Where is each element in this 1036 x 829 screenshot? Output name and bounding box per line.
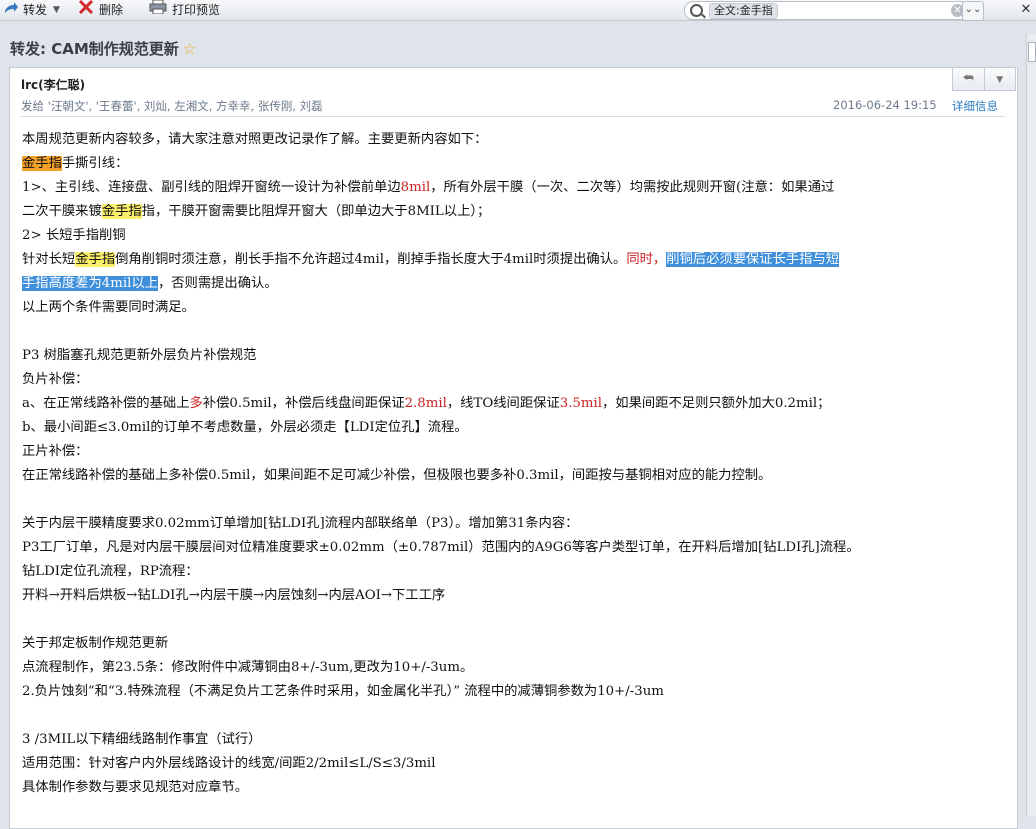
search-options-button[interactable]: ⌄⌄ bbox=[962, 1, 984, 21]
body-text: 二次干膜来镀 bbox=[22, 204, 102, 219]
forward-label: 转发 bbox=[23, 3, 48, 17]
chevron-down-icon: ▼ bbox=[996, 75, 1004, 85]
body-text: 补偿0.5mil，补偿后线盘间距保证 bbox=[202, 396, 405, 411]
body-line: 金手指手撕引线： bbox=[22, 152, 1012, 176]
red-text: 同时， bbox=[626, 252, 667, 267]
details-link[interactable]: 详细信息 bbox=[952, 98, 998, 114]
scrollbar[interactable] bbox=[1026, 34, 1036, 816]
body-line: 具体制作参数与要求见规范对应章节。 bbox=[22, 780, 249, 795]
delete-label: 删除 bbox=[99, 3, 124, 17]
body-text: ，如果间距不足则只额外加大0.2mil； bbox=[602, 396, 831, 411]
body-line: 关于内层干膜精度要求0.02mm订单增加[钻LDI孔]流程内部联络单（P3）。增… bbox=[22, 516, 579, 531]
forward-icon bbox=[4, 0, 18, 20]
delete-button[interactable]: 删除 bbox=[78, 0, 123, 20]
red-text: 多 bbox=[189, 396, 203, 411]
body-text: a、在正常线路补偿的基础上 bbox=[22, 396, 190, 411]
email-subject: 转发: CAM制作规范更新 ☆ bbox=[10, 38, 196, 59]
search-highlight-current: 金手指 bbox=[22, 156, 62, 171]
body-line: 正片补偿： bbox=[22, 444, 89, 459]
body-text: ，线TO线间距保证 bbox=[446, 396, 560, 411]
forward-button[interactable]: 转发 ▼ bbox=[4, 0, 60, 20]
body-line: 以上两个条件需要同时满足。 bbox=[22, 300, 195, 315]
body-line: 二次干膜来镀金手指指，干膜开窗需要比阻焊开窗大（即单边大于8MIL以上）； bbox=[22, 200, 1012, 224]
body-text: 1>、主引线、连接盘、副引线的阻焊开窗统一设计为补偿前单边 bbox=[22, 180, 401, 195]
body-line: P3 树脂塞孔规范更新外层负片补偿规范 bbox=[22, 348, 257, 363]
email-body: 本周规范更新内容较多，请大家注意对照更改记录作了解。主要更新内容如下： 金手指手… bbox=[22, 128, 1012, 800]
body-line: 负片补偿： bbox=[22, 372, 89, 387]
body-line: P3工厂订单，凡是对内层干膜层间对位精准度要求±0.02mm（±0.787mil… bbox=[22, 540, 860, 555]
window-close-icon[interactable]: ✕ bbox=[1016, 2, 1036, 18]
body-line: 3 /3MIL以下精细线路制作事宜（试行） bbox=[22, 732, 262, 747]
recipients[interactable]: 发给 '汪朝文', '王春蕾', 刘灿, 左湘文, 方幸幸, 张传刚, 刘磊 bbox=[21, 98, 323, 114]
chevron-down-icon[interactable]: ▼ bbox=[53, 0, 60, 20]
search-highlight: 金手指 bbox=[101, 204, 142, 219]
printer-icon bbox=[149, 0, 167, 20]
body-line: 本周规范更新内容较多，请大家注意对照更改记录作了解。主要更新内容如下： bbox=[22, 132, 488, 147]
body-line: 针对长短金手指倒角削铜时须注意，削长手指不允许超过4mil，削掉手指长度大于4m… bbox=[22, 248, 1012, 272]
body-line: 在正常线路补偿的基础上多补偿0.5mil，如果间距不足可减少补偿，但极限也要多补… bbox=[22, 468, 772, 483]
reply-actions: ⮪ ▼ bbox=[952, 68, 1016, 91]
sender-name[interactable]: lrc(李仁聪) bbox=[21, 76, 85, 93]
body-text: 指，干膜开窗需要比阻焊开窗大（即单边大于8MIL以上）； bbox=[141, 204, 491, 219]
subject-bar: 转发: CAM制作规范更新 ☆ bbox=[0, 34, 1036, 62]
body-text: ，所有外层干膜（一次、二次等）均需按此规则开窗(注意：如果通过 bbox=[430, 180, 835, 195]
body-text: 手撕引线： bbox=[61, 156, 129, 171]
search-query-tag[interactable]: 全文:金手指 bbox=[709, 3, 778, 19]
star-icon[interactable]: ☆ bbox=[183, 40, 196, 58]
body-line: 关于邦定板制作规范更新 bbox=[22, 636, 169, 651]
body-line: 适用范围：针对客户内外层线路设计的线宽/间距2/2mil≤L/S≤3/3mil bbox=[22, 756, 436, 771]
search-highlight: 金手指 bbox=[75, 252, 116, 267]
double-chevron-down-icon: ⌄⌄ bbox=[964, 4, 982, 15]
reply-button[interactable]: ⮪ bbox=[953, 68, 984, 90]
body-line: 手指高度差为4mil以上，否则需提出确认。 bbox=[22, 272, 1012, 296]
body-text: ，否则需提出确认。 bbox=[157, 276, 278, 291]
more-actions-button[interactable]: ▼ bbox=[983, 68, 1016, 90]
body-line: 1>、主引线、连接盘、副引线的阻焊开窗统一设计为补偿前单边8mil，所有外层干膜… bbox=[22, 176, 1012, 200]
toolbar: 转发 ▼ 删除 打印预览 全文:金手指 ✕ ⌄⌄ ✕ bbox=[0, 0, 1036, 21]
email-subject-text: 转发: CAM制作规范更新 bbox=[10, 40, 179, 58]
body-line: 2.负片蚀刻”和“3.特殊流程（不满足负片工艺条件时采用，如金属化半孔）” 流程… bbox=[22, 684, 664, 699]
print-preview-button[interactable]: 打印预览 bbox=[149, 0, 220, 20]
body-text: 倒角削铜时须注意，削长手指不允许超过4mil，削掉手指长度大于4mil时须提出确… bbox=[115, 252, 627, 267]
body-line: b、最小间距≤3.0mil的订单不考虑数量，外层必须走【LDI定位孔】流程。 bbox=[22, 420, 468, 435]
header-divider bbox=[21, 116, 1005, 117]
reply-icon: ⮪ bbox=[962, 71, 974, 85]
body-line: 开料→开料后烘板→钻LDI孔→内层干膜→内层蚀刻→内层AOI→下工工序 bbox=[22, 588, 446, 603]
scrollbar-thumb[interactable] bbox=[1028, 42, 1036, 62]
body-line: a、在正常线路补偿的基础上多补偿0.5mil，补偿后线盘间距保证2.8mil，线… bbox=[22, 392, 1012, 416]
sent-date: 2016-06-24 19:15 bbox=[833, 98, 937, 112]
red-text: 8mil bbox=[400, 180, 431, 195]
search-box[interactable]: 全文:金手指 ✕ bbox=[684, 1, 970, 20]
selected-text: 削铜后必须要保证长手指与短 bbox=[666, 252, 840, 267]
red-text: 3.5mil bbox=[559, 396, 603, 411]
body-line: 钻LDI定位孔流程，RP流程： bbox=[22, 564, 199, 579]
email-card: lrc(李仁聪) ⮪ ▼ 发给 '汪朝文', '王春蕾', 刘灿, 左湘文, 方… bbox=[9, 67, 1018, 829]
body-line: 2> 长短手指削铜 bbox=[22, 228, 126, 243]
red-text: 2.8mil bbox=[404, 396, 447, 411]
body-line: 点流程制作，第23.5条：修改附件中减薄铜由8+/-3um,更改为10+/-3u… bbox=[22, 660, 474, 675]
body-text: 针对长短 bbox=[22, 252, 76, 267]
delete-icon bbox=[78, 0, 94, 20]
selected-text: 手指高度差为4mil以上 bbox=[22, 276, 158, 291]
print-preview-label: 打印预览 bbox=[172, 3, 221, 17]
search-icon[interactable] bbox=[690, 4, 703, 17]
